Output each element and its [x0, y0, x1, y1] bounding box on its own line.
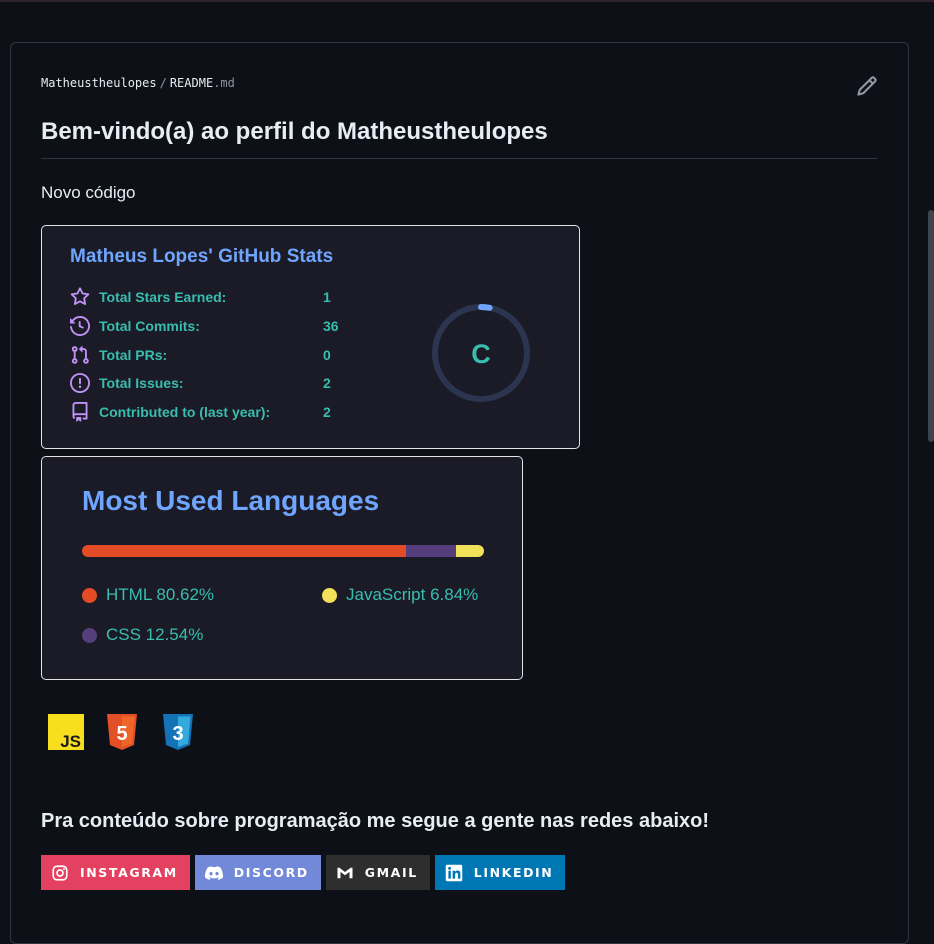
stat-value: 36 [323, 318, 339, 334]
stat-row-commits: Total Commits: 36 [70, 316, 339, 336]
breadcrumb-file[interactable]: README [170, 76, 213, 90]
star-icon [70, 287, 90, 306]
heading-divider [41, 158, 877, 159]
stat-row-stars: Total Stars Earned: 1 [70, 287, 331, 307]
legend-label-javascript: JavaScript 6.84% [346, 585, 479, 604]
stat-row-contributed: Contributed to (last year): 2 [70, 402, 331, 422]
gmail-icon [337, 867, 353, 878]
legend-html: HTML 80.62% [82, 585, 214, 605]
commits-history-icon [70, 316, 90, 336]
stat-row-issues: Total Issues: 2 [70, 373, 331, 393]
legend-label-css: CSS 12.54% [106, 625, 204, 644]
gmail-button[interactable]: GMAIL [325, 855, 430, 890]
breadcrumb-separator: / [159, 76, 167, 90]
language-segment-javascript [456, 545, 484, 557]
languages-title: Most Used Languages [82, 485, 380, 516]
stat-label: Total PRs: [99, 347, 168, 363]
javascript-icon[interactable]: JS [46, 712, 86, 752]
scrollbar-thumb[interactable] [928, 210, 934, 442]
linkedin-label: LINKEDIN [473, 865, 554, 880]
language-segment-html [82, 545, 407, 557]
gmail-label: GMAIL [364, 865, 418, 880]
css3-icon[interactable]: 3 [158, 712, 198, 752]
stat-label: Total Stars Earned: [99, 289, 227, 305]
breadcrumb-owner[interactable]: Matheustheulopes [41, 76, 157, 90]
legend-label-html: HTML 80.62% [106, 585, 215, 604]
issue-icon [70, 373, 90, 393]
discord-icon [204, 865, 223, 880]
stat-label: Total Issues: [99, 375, 184, 391]
stats-title: Matheus Lopes' GitHub Stats [70, 246, 334, 267]
linkedin-button[interactable]: LINKEDIN [434, 855, 566, 890]
instagram-label: INSTAGRAM [80, 865, 178, 880]
rank-ring: C [432, 304, 530, 402]
language-segment-css [406, 545, 457, 557]
javascript-icon-label: JS [60, 732, 81, 751]
legend-dot-css [82, 627, 97, 643]
legend-dot-html [82, 587, 97, 603]
tech-icons: JS 5 3 [46, 712, 214, 752]
instagram-button[interactable]: INSTAGRAM [41, 855, 190, 890]
html5-icon[interactable]: 5 [102, 712, 142, 752]
discord-button[interactable]: DISCORD [194, 855, 321, 890]
linkedin-icon [445, 864, 463, 881]
stat-label: Contributed to (last year): [99, 404, 271, 420]
stat-value: 2 [323, 404, 331, 420]
languages-bar [82, 545, 484, 557]
breadcrumb: Matheustheulopes / README.md [41, 76, 235, 90]
stat-value: 2 [323, 375, 331, 391]
languages-card[interactable]: Most Used Languages HTML 80.62% JavaScri… [41, 456, 523, 680]
repo-icon [72, 402, 88, 422]
stat-label: Total Commits: [99, 318, 200, 334]
legend-css: CSS 12.54% [82, 625, 203, 645]
legend-javascript: JavaScript 6.84% [322, 585, 478, 605]
social-heading: Pra conteúdo sobre programação me segue … [41, 810, 709, 832]
readme-heading: Bem-vindo(a) ao perfil do Matheustheulop… [41, 118, 548, 145]
stat-row-prs: Total PRs: 0 [70, 345, 331, 365]
github-stats-card[interactable]: Matheus Lopes' GitHub Stats Total Stars … [41, 225, 580, 449]
breadcrumb-extension: .md [213, 76, 235, 90]
top-edge [0, 0, 934, 2]
social-buttons: INSTAGRAM DISCORD GMAIL LINKEDIN [41, 855, 570, 890]
css3-icon-label: 3 [172, 723, 183, 745]
stat-value: 0 [323, 347, 331, 363]
rank-letter: C [471, 339, 491, 369]
instagram-icon [52, 864, 68, 881]
legend-dot-javascript [322, 587, 337, 603]
pencil-icon[interactable] [856, 75, 878, 97]
stat-value: 1 [323, 289, 331, 305]
pull-request-icon [71, 345, 89, 364]
html5-icon-label: 5 [116, 723, 127, 745]
discord-label: DISCORD [233, 865, 309, 880]
intro-text: Novo código [41, 183, 136, 202]
